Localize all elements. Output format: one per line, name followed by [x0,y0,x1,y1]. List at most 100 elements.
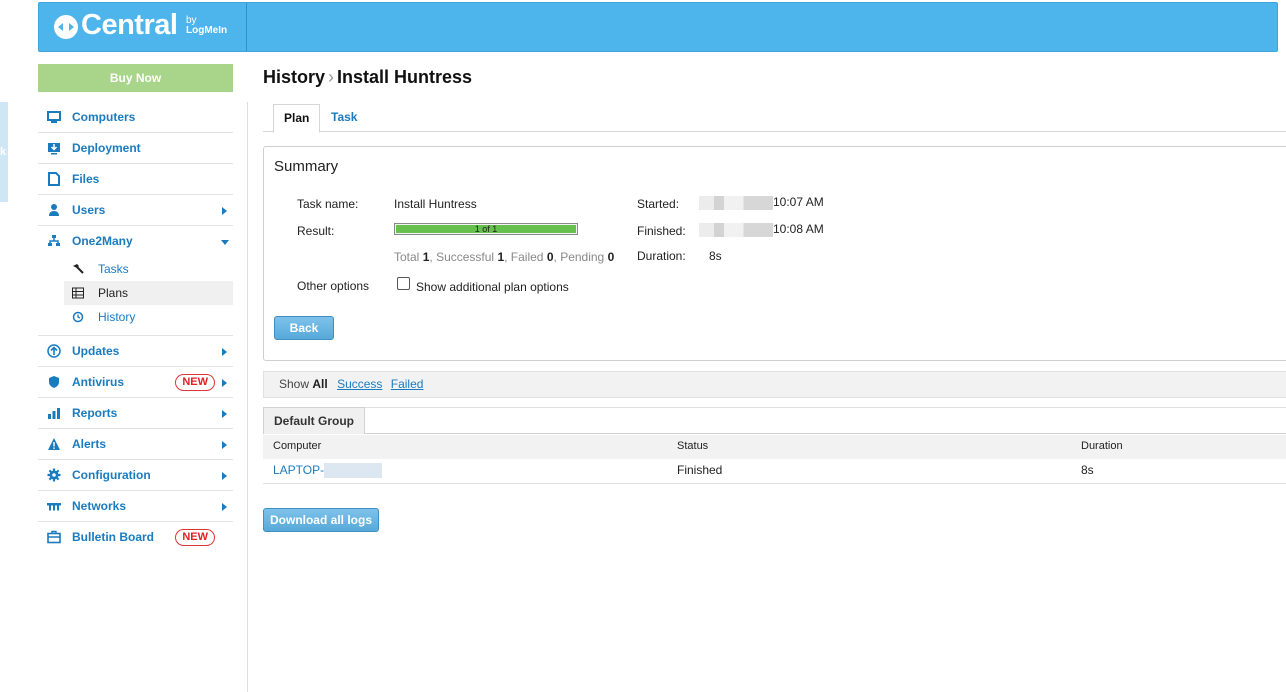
chevron-right-icon [222,472,227,480]
tab-default-group[interactable]: Default Group [263,407,365,434]
network-icon [47,503,61,511]
finished-value: 10:08 AM [699,222,824,237]
sidebar-item-label: Deployment [72,141,141,155]
sidebar-item-label: Configuration [72,468,151,482]
logo-brand-text: LogMeIn [186,25,228,36]
sidebar-item-label: Computers [72,110,136,124]
sidebar-item-reports[interactable]: Reports [38,398,233,429]
sidebar-item-one2many[interactable]: One2Many [38,226,233,257]
breadcrumb-current: Install Huntress [337,67,473,87]
show-additional-options-label[interactable]: Show additional plan options [416,280,569,294]
hammer-icon [73,264,84,274]
sidebar-subitem-plans[interactable]: Plans [64,281,233,305]
computer-link[interactable]: LAPTOP- [273,459,383,481]
sidebar-item-label: Updates [72,344,120,358]
sidebar-item-label: Networks [72,499,127,513]
table-row: LAPTOP- Finished 8s [263,459,1286,484]
filter-all[interactable]: All [312,377,327,391]
collapsed-panel-glyph: k [0,146,7,158]
new-badge: NEW [175,374,215,391]
duration-value: 8s [709,249,722,263]
total-label: Total [394,250,420,264]
new-badge: NEW [175,529,215,546]
redacted-date [699,222,773,237]
progress-text: 1 of 1 [474,224,498,234]
chevron-right-icon [222,348,227,356]
logo-text: Central [81,9,178,41]
bulletin-icon [47,530,61,544]
buy-now-button[interactable]: Buy Now [38,64,233,92]
logo-by-logmein: by LogMeIn [186,16,227,36]
chevron-right-icon [222,441,227,449]
back-button[interactable]: Back [274,316,334,340]
sidebar-item-deployment[interactable]: Deployment [38,133,233,164]
sidebar-subitem-label: Tasks [98,262,129,276]
top-header-bar: Central by LogMeIn [38,2,1278,52]
filter-success-link[interactable]: Success [337,377,382,391]
total-count: 1 [422,250,430,264]
sidebar-item-label: Files [72,172,100,186]
pending-count: 0 [607,250,615,264]
pending-label: Pending [560,250,605,264]
column-header-duration: Duration [1081,440,1123,452]
chevron-right-icon [222,379,227,387]
column-header-computer: Computer [273,440,322,452]
history-icon [72,311,84,323]
breadcrumb-history[interactable]: History [263,67,325,87]
page-title: History › Install Huntress [263,67,472,88]
finished-time: 10:08 AM [773,222,824,236]
sidebar-item-alerts[interactable]: Alerts [38,429,233,460]
failed-count: 0 [546,250,554,264]
started-time: 10:07 AM [773,195,824,209]
finished-label: Finished: [637,224,686,238]
sidebar-group-one2many: One2Many Tasks Plans History [38,226,233,336]
sidebar-item-updates[interactable]: Updates [38,336,233,367]
sidebar-subitem-history[interactable]: History [64,305,233,329]
other-options-label: Other options [297,279,370,293]
sidebar-item-computers[interactable]: Computers [38,102,233,133]
sidebar-item-users[interactable]: Users [38,195,233,226]
task-name-label: Task name: [297,197,359,211]
show-additional-options-checkbox[interactable] [397,277,410,290]
duration-cell: 8s [1081,463,1094,477]
shield-icon [49,376,59,388]
redacted-date [699,195,773,210]
summary-title: Summary [274,158,339,175]
sidebar-item-label: Alerts [72,437,107,451]
logo[interactable]: Central by LogMeIn [39,3,247,51]
sidebar-divider [247,102,248,692]
file-icon [48,172,60,186]
show-label: Show [279,377,310,391]
filter-failed-link[interactable]: Failed [391,377,424,391]
sidebar-subitem-tasks[interactable]: Tasks [64,257,233,281]
sidebar-item-label: One2Many [72,234,133,248]
result-label: Result: [297,224,335,238]
sidebar-item-bulletin-board[interactable]: Bulletin Board NEW [38,522,233,553]
sidebar: Buy Now Computers Deployment Files Users… [38,64,233,553]
warning-icon [48,438,60,450]
tab-task[interactable]: Task [321,104,367,132]
result-progress-bar: 1 of 1 [394,223,578,235]
task-name-value: Install Huntress [394,197,477,211]
sidebar-item-label: Bulletin Board [72,530,155,544]
computer-name[interactable]: LAPTOP- [273,463,324,477]
successful-label: Successful [436,250,495,264]
duration-label: Duration: [637,249,686,263]
sidebar-item-label: Users [72,203,106,217]
sidebar-item-files[interactable]: Files [38,164,233,195]
sidebar-item-antivirus[interactable]: Antivirus NEW [38,367,233,398]
sidebar-subitem-label: History [98,310,136,324]
bar-chart-icon [48,408,60,419]
group-tab-row: Default Group [263,407,1286,434]
successful-count: 1 [497,250,505,264]
started-value: 10:07 AM [699,195,824,210]
chevron-down-icon [221,240,229,245]
summary-panel: Summary Task name: Install Huntress Resu… [263,146,1286,361]
download-all-logs-button[interactable]: Download all logs [263,508,379,532]
sidebar-item-networks[interactable]: Networks [38,491,233,522]
sidebar-item-configuration[interactable]: Configuration [38,460,233,491]
tab-plan[interactable]: Plan [273,104,321,133]
tab-bar: Plan Task [263,104,1286,133]
status-cell: Finished [677,463,723,477]
sidebar-subitem-label: Plans [98,286,129,300]
